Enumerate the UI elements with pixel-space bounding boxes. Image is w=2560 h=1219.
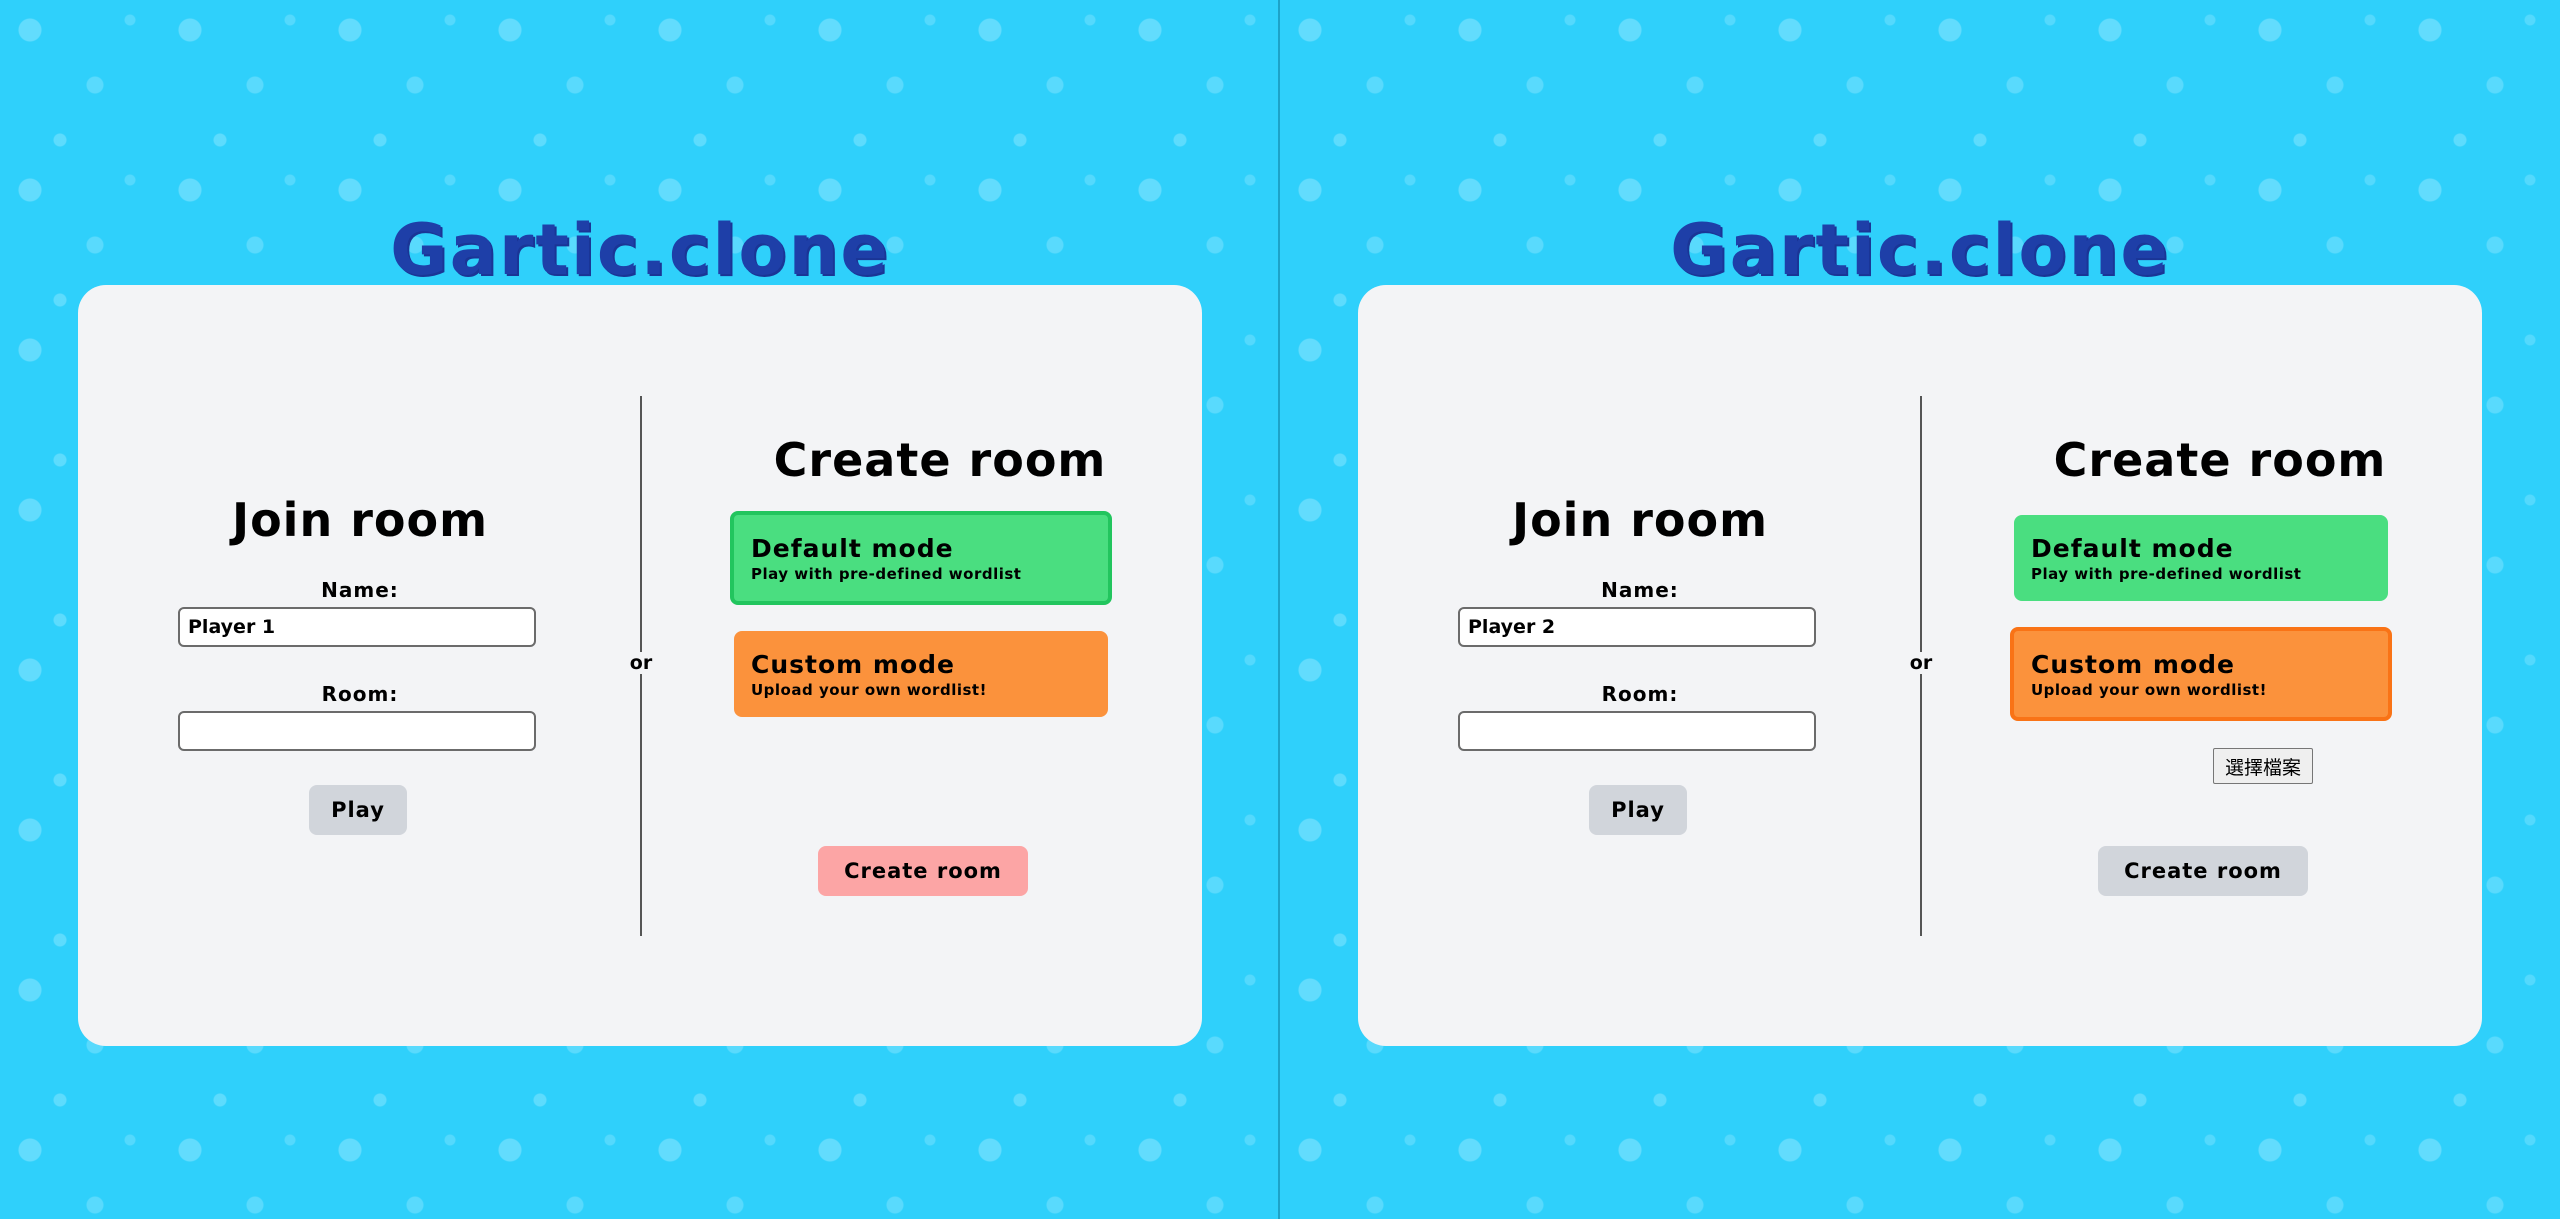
name-label: Name: bbox=[1601, 578, 1679, 602]
create-room-title: Create room bbox=[773, 433, 1107, 487]
app-logo: Gartic.clone bbox=[390, 209, 890, 291]
lobby-card: Join room Name: Room: Play or Create roo… bbox=[78, 285, 1202, 1046]
name-input[interactable] bbox=[178, 607, 536, 647]
join-room-section: Join room Name: Room: Play bbox=[78, 285, 642, 1046]
join-room-title: Join room bbox=[1511, 493, 1769, 547]
window-right: Gartic.clone Join room Name: Room: Play … bbox=[1280, 0, 2560, 1219]
or-label: or bbox=[1903, 652, 1939, 674]
custom-mode-option[interactable]: Custom mode Upload your own wordlist! bbox=[734, 631, 1108, 717]
default-mode-title: Default mode bbox=[751, 534, 954, 563]
custom-mode-description: Upload your own wordlist! bbox=[751, 681, 987, 699]
default-mode-description: Play with pre-defined wordlist bbox=[751, 565, 1022, 583]
name-input[interactable] bbox=[1458, 607, 1816, 647]
choose-file-button[interactable]: 選擇檔案 bbox=[2213, 748, 2313, 784]
join-room-title: Join room bbox=[231, 493, 489, 547]
play-button[interactable]: Play bbox=[1589, 785, 1687, 835]
default-mode-title: Default mode bbox=[2031, 534, 2234, 563]
default-mode-description: Play with pre-defined wordlist bbox=[2031, 565, 2302, 583]
name-label: Name: bbox=[321, 578, 399, 602]
custom-mode-option[interactable]: Custom mode Upload your own wordlist! bbox=[2010, 627, 2392, 721]
room-label: Room: bbox=[321, 682, 399, 706]
lobby-card: Join room Name: Room: Play or Create roo… bbox=[1358, 285, 2482, 1046]
create-room-button[interactable]: Create room bbox=[818, 846, 1028, 896]
window-left: Gartic.clone Join room Name: Room: Play … bbox=[0, 0, 1280, 1219]
or-label: or bbox=[623, 652, 659, 674]
custom-mode-title: Custom mode bbox=[2031, 650, 2235, 679]
play-button[interactable]: Play bbox=[309, 785, 407, 835]
custom-mode-description: Upload your own wordlist! bbox=[2031, 681, 2267, 699]
default-mode-option[interactable]: Default mode Play with pre-defined wordl… bbox=[730, 511, 1112, 605]
room-input[interactable] bbox=[1458, 711, 1816, 751]
app-logo: Gartic.clone bbox=[1670, 209, 2170, 291]
join-room-section: Join room Name: Room: Play bbox=[1358, 285, 1922, 1046]
room-label: Room: bbox=[1601, 682, 1679, 706]
create-room-button[interactable]: Create room bbox=[2098, 846, 2308, 896]
create-room-title: Create room bbox=[2053, 433, 2387, 487]
custom-mode-title: Custom mode bbox=[751, 650, 955, 679]
default-mode-option[interactable]: Default mode Play with pre-defined wordl… bbox=[2014, 515, 2388, 601]
room-input[interactable] bbox=[178, 711, 536, 751]
